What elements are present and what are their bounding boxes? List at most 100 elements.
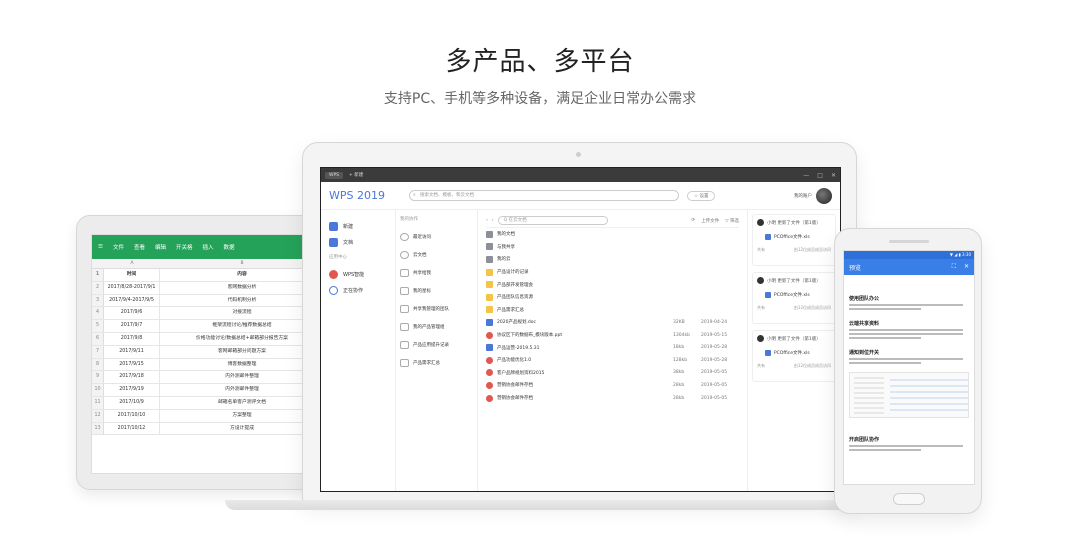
sidebar-item-wps-smart[interactable]: WPS智能 (329, 266, 395, 282)
back-icon[interactable]: ‹ (486, 218, 488, 223)
cell-date[interactable]: 2017/10/12 (104, 422, 160, 435)
file-row[interactable]: 我的云 (486, 253, 739, 266)
table-row[interactable]: 11 2017/10/9 邮箱名单客户测评文档 (92, 396, 324, 410)
secondary-nav-item[interactable]: 云文档 (400, 246, 473, 264)
secondary-nav-item[interactable]: 共享我管理的团队 (400, 300, 473, 318)
toolbar-data[interactable]: 数据 (224, 243, 235, 251)
activity-file[interactable]: PCOffice文件.xls (765, 350, 831, 356)
tab-wps[interactable]: WPS (325, 171, 344, 179)
file-row[interactable]: 2020产品规划.doc 32KB 2019-04-24 (486, 316, 739, 329)
table-row[interactable]: 13 2017/10/12 方设计提成 (92, 422, 324, 436)
cell-content[interactable]: 博客数据整理 (160, 359, 324, 371)
expand-icon[interactable]: ⛶ (952, 263, 956, 271)
file-row[interactable]: 协议区下的数据布_模块版本.ppt 1304kb 2019-05-15 (486, 329, 739, 342)
table-row[interactable]: 1 时间 内容 (92, 269, 324, 282)
toolbar-view[interactable]: 查看 (134, 243, 145, 251)
table-row[interactable]: 10 2017/9/19 内外测邮件整理 (92, 384, 324, 397)
file-row[interactable]: 我的文档 (486, 228, 739, 241)
minimize-icon[interactable]: — (803, 172, 809, 179)
cell-date[interactable]: 2017/9/7 (104, 320, 160, 332)
cell-content[interactable]: 价格功能讨论/数据总结+邮箱部分报告方案 (160, 333, 324, 345)
cell-content[interactable]: 方设计提成 (160, 423, 324, 435)
sidebar-item-new[interactable]: 新建 (329, 218, 395, 234)
cell-content[interactable]: 客网邮箱部分问题方案 (160, 346, 324, 358)
activity-card[interactable]: 小明 更新了文件（第1版） PCOffice文件.xls 共有 由12位成员成员访问 (752, 272, 836, 324)
maximize-icon[interactable]: □ (817, 172, 823, 179)
cell-date[interactable]: 2017/9/11 (104, 345, 160, 358)
cell-content[interactable]: 框架流程讨论/推荐数据总结 (160, 320, 324, 332)
table-row[interactable]: 8 2017/9/15 博客数据整理 (92, 358, 324, 372)
activity-card[interactable]: 小明 更新了文件（第1版） PCOffice文件.xls 共有 由12位成员成员访问 (752, 214, 836, 266)
settings-button[interactable]: ☆ 设置 (687, 190, 716, 201)
cell-content[interactable]: 对接流程 (160, 307, 324, 319)
table-row[interactable]: 7 2017/9/11 客网邮箱部分问题方案 (92, 345, 324, 359)
cell-date[interactable]: 2017/9/8 (104, 332, 160, 345)
cell-date[interactable]: 2017/9/15 (104, 358, 160, 371)
activity-file[interactable]: PCOffice文件.xls (765, 234, 831, 240)
home-button[interactable] (893, 493, 925, 505)
file-search-input[interactable]: Q 在云文档 (497, 216, 608, 225)
secondary-nav-item[interactable]: 产品应用提升记录 (400, 336, 473, 354)
menu-icon[interactable]: ☰ (98, 244, 103, 250)
cell-date[interactable]: 2017/9/18 (104, 371, 160, 384)
file-row[interactable]: 产品设计的记录 (486, 266, 739, 279)
file-row[interactable]: 与我共享 (486, 241, 739, 254)
file-row[interactable]: 产品部开发管理会 (486, 278, 739, 291)
search-input[interactable]: ⌕ 搜索文档、模板、和云文档 (409, 190, 679, 201)
secondary-nav-item[interactable]: 最近访问 (400, 228, 473, 246)
column-header-a[interactable]: A (104, 259, 160, 268)
cell-date[interactable]: 2017/10/9 (104, 396, 160, 409)
cell-content[interactable]: 内容 (160, 269, 324, 281)
cell-content[interactable]: 内外测邮件整理 (160, 371, 324, 383)
secondary-nav-item[interactable]: 我的产品管理组 (400, 318, 473, 336)
cell-content[interactable]: 方案整理 (160, 410, 324, 422)
upload-button[interactable]: 上传文件 (701, 218, 719, 224)
avatar[interactable] (816, 187, 832, 204)
table-row[interactable]: 9 2017/9/18 内外测邮件整理 (92, 371, 324, 385)
cell-date[interactable]: 时间 (104, 269, 160, 281)
cell-content[interactable]: 代码机制分析 (160, 295, 324, 307)
file-row[interactable]: 产品功能优化1.0 128kb 2019-05-28 (486, 354, 739, 367)
cell-date[interactable]: 2017/9/6 (104, 307, 160, 320)
secondary-nav-item[interactable]: 共享给我 (400, 264, 473, 282)
new-tab-button[interactable]: + 新建 (349, 172, 363, 178)
table-row[interactable]: 4 2017/9/6 对接流程 (92, 307, 324, 321)
table-row[interactable]: 3 2017/9/4-2017/9/5 代码机制分析 (92, 294, 324, 308)
sidebar-item-docs[interactable]: 文档 (329, 234, 395, 250)
table-row[interactable]: 5 2017/9/7 框架流程讨论/推荐数据总结 (92, 320, 324, 333)
cell-content[interactable]: 客网数据分析 (160, 282, 324, 294)
close-icon[interactable]: ✕ (831, 172, 836, 179)
table-row[interactable]: 6 2017/9/8 价格功能讨论/数据总结+邮箱部分报告方案 (92, 332, 324, 346)
filter-button[interactable]: ▽ 筛选 (725, 218, 739, 224)
secondary-nav-item[interactable]: 产品需求汇总 (400, 354, 473, 372)
file-row[interactable]: 营销协会邮件存档 28kb 2019-05-05 (486, 392, 739, 405)
forward-icon[interactable]: › (492, 218, 494, 223)
toolbar-format[interactable]: 开关格 (176, 243, 193, 251)
toolbar-edit[interactable]: 编辑 (155, 243, 166, 251)
sidebar-item-collab[interactable]: 正在协作 (329, 282, 395, 298)
cell-date[interactable]: 2017/9/19 (104, 384, 160, 396)
file-row[interactable]: 产品需求汇总 (486, 304, 739, 317)
toolbar-insert[interactable]: 插入 (203, 243, 214, 251)
user-area[interactable]: 我的账户 (794, 187, 832, 204)
cell-date[interactable]: 2017/8/28-2017/9/1 (104, 281, 160, 294)
file-row[interactable]: 产品团队信息资源 (486, 291, 739, 304)
toolbar-file[interactable]: 文件 (113, 243, 124, 251)
refresh-icon[interactable]: ⟳ (691, 218, 695, 224)
file-row[interactable]: 产品运营-2019.5.31 18kb 2019-05-28 (486, 341, 739, 354)
activity-file[interactable]: PCOffice文件.xls (765, 292, 831, 298)
activity-text: 小明 更新了文件（第1版） (767, 278, 821, 284)
cell-date[interactable]: 2017/9/4-2017/9/5 (104, 294, 160, 307)
file-row[interactable]: 营销协会邮件存档 28kb 2019-05-05 (486, 379, 739, 392)
column-header-b[interactable]: B (160, 259, 324, 268)
cell-date[interactable]: 2017/10/10 (104, 409, 160, 422)
close-icon[interactable]: ✕ (964, 263, 969, 271)
activity-card[interactable]: 小明 更新了文件（第1版） PCOffice文件.xls 共有 由12位成员成员访问 (752, 330, 836, 382)
title-bar: WPS + 新建 — □ ✕ (321, 168, 840, 182)
cell-content[interactable]: 内外测邮件整理 (160, 384, 324, 396)
table-row[interactable]: 12 2017/10/10 方案整理 (92, 409, 324, 423)
secondary-nav-item[interactable]: 我的星标 (400, 282, 473, 300)
cell-content[interactable]: 邮箱名单客户测评文档 (160, 397, 324, 409)
file-row[interactable]: 客户品牌规划资料2015 38kb 2019-05-05 (486, 367, 739, 380)
table-row[interactable]: 2 2017/8/28-2017/9/1 客网数据分析 (92, 281, 324, 295)
